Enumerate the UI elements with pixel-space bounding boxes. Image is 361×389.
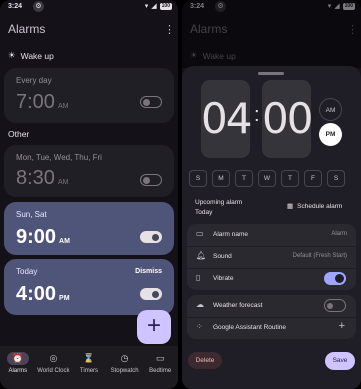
add-routine-icon[interactable]: + [339, 320, 345, 332]
battery-icon: 100 [159, 2, 172, 10]
nav-alarms[interactable]: ⏰ Alarms [0, 346, 36, 389]
weekday-sun[interactable]: S [189, 170, 207, 187]
sun-icon: ☀ [8, 50, 16, 60]
alarm-card-2[interactable]: Mon, Tue, Wed, Thu, Fri 8:30 AM [4, 145, 174, 197]
alarm-toggle[interactable] [140, 288, 162, 300]
alarm-editor-sheet: 04 : 00 AM PM S M T W T F S Upcoming ala… [182, 66, 361, 389]
weekday-sat[interactable]: S [327, 170, 345, 187]
settings-notification-icon: ⚙ [33, 1, 44, 12]
nav-stopwatch[interactable]: ◷ Stopwatch [107, 346, 143, 389]
hour-picker[interactable]: 04 [201, 80, 252, 158]
time-separator: : [254, 104, 260, 126]
alarm-name-row[interactable]: ▭ Alarm name Alarm [187, 224, 356, 246]
label-icon: ▭ [196, 229, 204, 238]
pm-button[interactable]: PM [319, 123, 342, 146]
assistant-icon: ⁘ [196, 322, 203, 331]
alarm-card-1[interactable]: Every day 7:00 AM [4, 68, 174, 123]
vibrate-toggle[interactable] [324, 272, 346, 285]
vibrate-row[interactable]: ▯ Vibrate [187, 268, 356, 290]
vibrate-icon: ▯ [196, 273, 201, 282]
drag-handle[interactable] [258, 72, 284, 75]
alarm-toggle[interactable] [140, 231, 162, 243]
weekday-selector: S M T W T F S [189, 170, 345, 187]
add-alarm-button[interactable]: + [137, 310, 171, 344]
alarm-time: 7:00 AM [16, 91, 69, 113]
wake-up-label: Wake up [20, 50, 54, 61]
alarm-days: Today [16, 267, 38, 276]
save-button[interactable]: Save [325, 352, 355, 370]
alarm-card-4[interactable]: Today Dismiss 4:00 PM [4, 259, 174, 315]
assistant-routine-row[interactable]: ⁘ Google Assistant Routine + [187, 317, 356, 339]
wake-up-section[interactable]: ☀ Wake up [8, 50, 54, 61]
alarm-toggle[interactable] [140, 174, 162, 186]
weekday-wed[interactable]: W [258, 170, 276, 187]
bed-icon: ▭ [155, 353, 165, 363]
minute-picker[interactable]: 00 [262, 80, 313, 158]
hourglass-icon: ⌛ [83, 353, 95, 363]
globe-icon: ◎ [49, 353, 58, 363]
am-button[interactable]: AM [319, 98, 342, 121]
alarm-name-value: Alarm [331, 231, 347, 237]
bell-icon: 🔔︎ [196, 251, 207, 260]
status-bar: 3:24 ⚙ ▾ ◢ 100 [0, 0, 178, 14]
weather-toggle[interactable] [324, 299, 346, 312]
other-section-label: Other [8, 129, 30, 139]
sound-value: Default (Fresh Start) [292, 253, 347, 259]
extras-group: ☁ Weather forecast ⁘ Google Assistant Ro… [187, 295, 356, 339]
nav-bedtime[interactable]: ▭ Bedtime [142, 346, 178, 389]
page-title: Alarms [8, 22, 46, 36]
scrim [182, 0, 361, 68]
stopwatch-icon: ◷ [120, 353, 129, 363]
calendar-icon: ▦ [287, 203, 294, 210]
alarm-time: 8:30 AM [16, 167, 69, 189]
upcoming-alarm-info: Upcoming alarm Today [195, 199, 243, 216]
nav-timers[interactable]: ⌛ Timers [71, 346, 107, 389]
alarm-days: Mon, Tue, Wed, Thu, Fri [16, 153, 102, 162]
weekday-thu[interactable]: T [281, 170, 299, 187]
cloud-icon: ☁ [196, 300, 204, 309]
alarm-edit-screen: 3:24 ⚙ ▾ ◢ 100 Alarms ⋮ ☀ Wake up 04 : 0… [182, 0, 361, 389]
signal-icon: ◢ [151, 3, 157, 10]
alarm-days: Sun, Sat [16, 210, 47, 219]
alarm-time: 4:00 PM [16, 283, 70, 305]
weather-forecast-row[interactable]: ☁ Weather forecast [187, 295, 356, 317]
weekday-tue[interactable]: T [235, 170, 253, 187]
alarm-toggle[interactable] [140, 96, 162, 108]
alarm-card-3[interactable]: Sun, Sat 9:00 AM [4, 202, 174, 255]
alarm-time: 9:00 AM [16, 226, 70, 248]
wifi-icon: ▾ [144, 3, 149, 10]
delete-button[interactable]: Delete [188, 352, 222, 369]
alarm-settings-group: ▭ Alarm name Alarm 🔔︎ Sound Default (Fre… [187, 224, 356, 290]
bottom-navigation: ⏰ Alarms ◎ World Clock ⌛ Timers ◷ Stopwa… [0, 346, 178, 389]
weekday-mon[interactable]: M [212, 170, 230, 187]
nav-world-clock[interactable]: ◎ World Clock [36, 346, 72, 389]
alarm-days: Every day [16, 76, 52, 85]
alarms-list-screen: 3:24 ⚙ ▾ ◢ 100 Alarms ⋮ ☀ Wake up Every … [0, 0, 178, 389]
alarm-icon: ⏰ [6, 352, 29, 365]
sound-row[interactable]: 🔔︎ Sound Default (Fresh Start) [187, 246, 356, 268]
status-time: 3:24 [8, 3, 23, 10]
weekday-fri[interactable]: F [304, 170, 322, 187]
dismiss-button[interactable]: Dismiss [135, 268, 162, 275]
schedule-alarm-button[interactable]: ▦ Schedule alarm [287, 202, 342, 211]
more-options-icon[interactable]: ⋮ [164, 23, 175, 36]
